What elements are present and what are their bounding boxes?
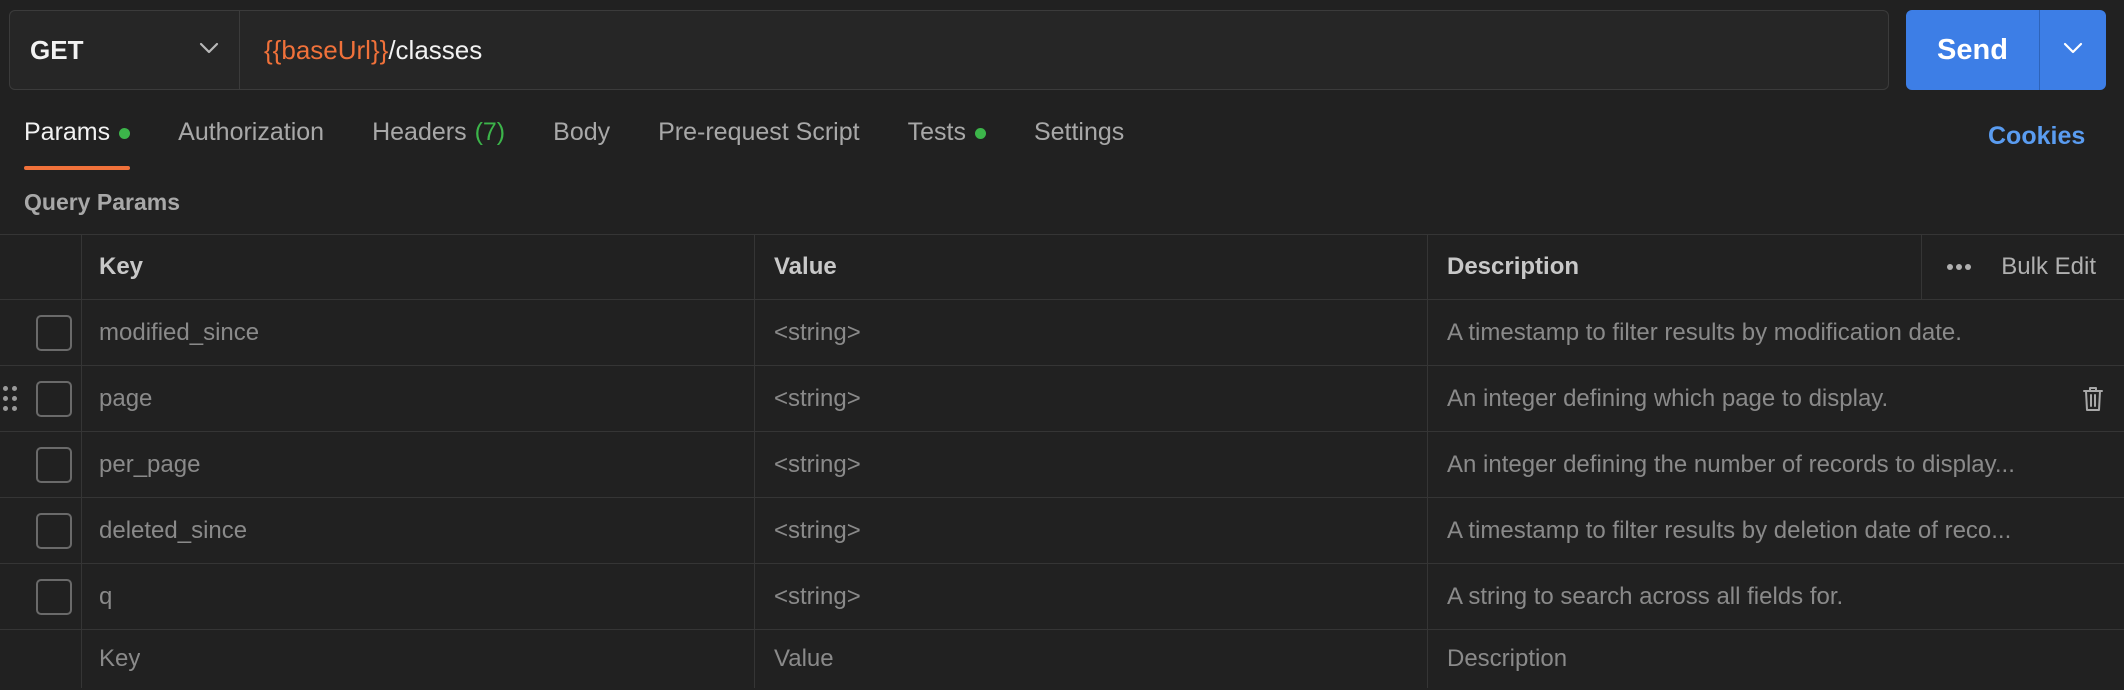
table-row: modified_since <string> A timestamp to f… <box>0 300 2124 366</box>
chevron-down-icon <box>199 41 219 59</box>
param-value: <string> <box>774 516 861 544</box>
column-header-description: Description <box>1447 253 1580 280</box>
description-cell[interactable]: A string to search across all fields for… <box>1428 564 2124 629</box>
param-value: <string> <box>774 384 861 412</box>
value-cell[interactable]: <string> <box>755 564 1428 629</box>
tab-label: Tests <box>907 118 966 146</box>
description-cell[interactable]: An integer defining which page to displa… <box>1428 366 2124 431</box>
chevron-down-icon <box>2063 41 2083 59</box>
param-value: <string> <box>774 582 861 610</box>
key-placeholder: Key <box>99 645 141 672</box>
row-checkbox[interactable] <box>36 446 72 483</box>
tab-label: Headers <box>372 118 467 146</box>
tab-pre-request-script[interactable]: Pre-request Script <box>658 118 859 170</box>
value-cell[interactable]: <string> <box>755 366 1428 431</box>
row-checkbox[interactable] <box>36 512 72 549</box>
value-placeholder: Value <box>774 645 834 672</box>
send-options-button[interactable] <box>2040 10 2106 90</box>
param-description: A timestamp to filter results by deletio… <box>1447 516 2012 544</box>
param-description: An integer defining the number of record… <box>1447 450 2015 478</box>
key-cell[interactable]: page <box>82 366 755 431</box>
key-cell[interactable]: q <box>82 564 755 629</box>
new-key-input[interactable]: Key <box>82 630 755 688</box>
table-row: q <string> A string to search across all… <box>0 564 2124 630</box>
param-key: page <box>99 384 153 412</box>
more-horizontal-icon <box>1946 258 1972 276</box>
tab-headers[interactable]: Headers (7) <box>372 118 505 170</box>
new-value-input[interactable]: Value <box>755 630 1428 688</box>
value-cell[interactable]: <string> <box>755 300 1428 365</box>
param-description: A timestamp to filter results by modific… <box>1447 318 1962 346</box>
table-row: page <string> An integer defining which … <box>0 366 2124 432</box>
url-input[interactable]: {{baseUrl}}/classes <box>240 11 1888 89</box>
tab-tests[interactable]: Tests <box>908 118 986 170</box>
table-row: per_page <string> An integer defining th… <box>0 432 2124 498</box>
bulk-edit-button[interactable]: Bulk Edit <box>1995 253 2124 281</box>
param-value: <string> <box>774 318 861 346</box>
param-key: q <box>99 582 113 610</box>
column-header-key: Key <box>99 253 144 280</box>
tab-label: Body <box>553 118 611 146</box>
value-cell[interactable]: <string> <box>755 498 1428 563</box>
param-description: A string to search across all fields for… <box>1447 582 1844 610</box>
status-dot <box>119 128 131 139</box>
param-description: An integer defining which page to displa… <box>1447 384 1889 412</box>
tab-settings[interactable]: Settings <box>1034 118 1124 170</box>
drag-handle-icon[interactable] <box>3 386 17 411</box>
column-header-value: Value <box>774 253 837 280</box>
request-bar: GET {{baseUrl}}/classes <box>9 10 1889 90</box>
param-key: modified_since <box>99 318 260 346</box>
send-button-group: Send <box>1906 10 2106 90</box>
send-button[interactable]: Send <box>1906 10 2040 90</box>
tab-label: Params <box>24 118 111 146</box>
headers-count: (7) <box>474 118 506 146</box>
row-checkbox[interactable] <box>36 314 72 351</box>
tab-params[interactable]: Params <box>24 118 131 170</box>
param-value: <string> <box>774 450 861 478</box>
row-checkbox[interactable] <box>36 380 72 417</box>
more-options-button[interactable] <box>1921 235 1995 299</box>
key-cell[interactable]: deleted_since <box>82 498 755 563</box>
description-cell[interactable]: A timestamp to filter results by deletio… <box>1428 498 2124 563</box>
tab-label: Authorization <box>178 118 325 146</box>
cookies-link[interactable]: Cookies <box>1988 122 2085 151</box>
trash-icon[interactable] <box>2082 386 2104 412</box>
param-key: per_page <box>99 450 201 478</box>
param-key: deleted_since <box>99 516 248 544</box>
key-cell[interactable]: per_page <box>82 432 755 497</box>
new-description-input[interactable]: Description <box>1428 630 2124 688</box>
description-cell[interactable]: A timestamp to filter results by modific… <box>1428 300 2124 365</box>
tab-body[interactable]: Body <box>553 118 610 170</box>
tab-label: Pre-request Script <box>658 118 860 146</box>
query-params-table: Key Value Description Bulk Edit modified… <box>0 234 2124 688</box>
status-dot <box>974 128 986 139</box>
new-param-row: Key Value Description <box>0 630 2124 688</box>
table-header-row: Key Value Description Bulk Edit <box>0 234 2124 300</box>
description-placeholder: Description <box>1447 645 1568 672</box>
section-title: Query Params <box>24 189 180 215</box>
row-checkbox[interactable] <box>36 578 72 615</box>
tab-label: Settings <box>1033 118 1125 146</box>
tab-authorization[interactable]: Authorization <box>178 118 324 170</box>
method-label: GET <box>30 34 84 65</box>
value-cell[interactable]: <string> <box>755 432 1428 497</box>
method-select[interactable]: GET <box>10 11 240 89</box>
table-row: deleted_since <string> A timestamp to fi… <box>0 498 2124 564</box>
url-path: /classes <box>388 34 483 65</box>
request-tabs: Params Authorization Headers (7) Body Pr… <box>24 118 1172 170</box>
url-variable: {{baseUrl}} <box>264 34 389 65</box>
description-cell[interactable]: An integer defining the number of record… <box>1428 432 2124 497</box>
key-cell[interactable]: modified_since <box>82 300 755 365</box>
